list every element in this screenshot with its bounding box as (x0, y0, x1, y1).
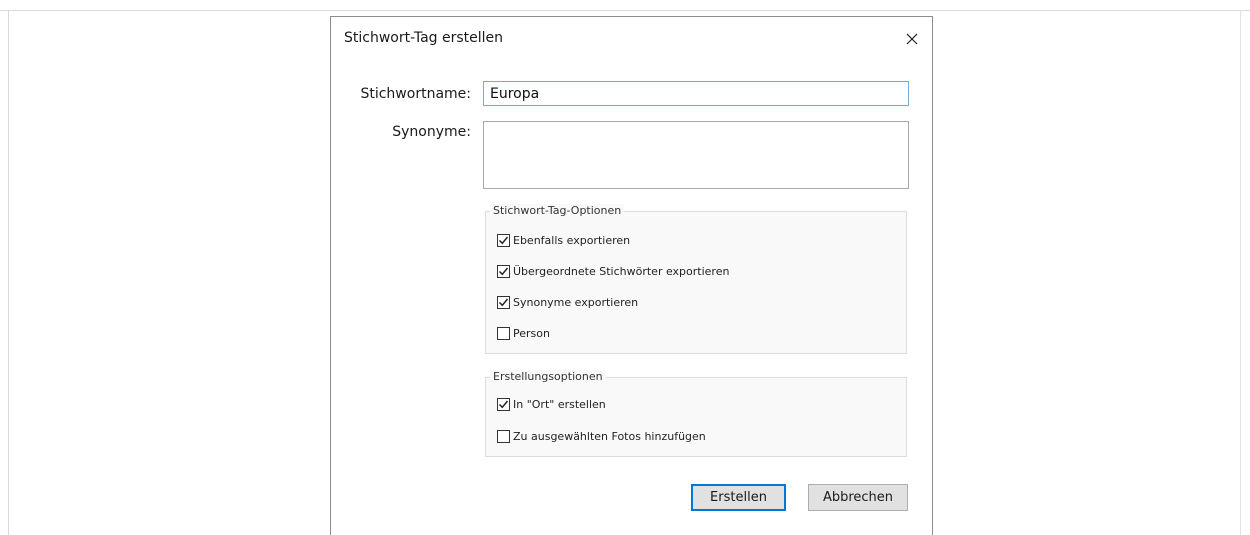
keyword-tag-options-legend: Stichwort-Tag-Optionen (490, 204, 625, 217)
checkbox-label: Übergeordnete Stichwörter exportieren (513, 264, 730, 278)
checkbox-export-parent-keywords[interactable]: Übergeordnete Stichwörter exportieren (497, 262, 729, 280)
creation-options-legend: Erstellungsoptionen (490, 370, 606, 383)
page-left-divider (8, 10, 9, 535)
dialog-titlebar: Stichwort-Tag erstellen (331, 17, 932, 61)
checkmark-icon (498, 298, 509, 306)
checkmark-icon (498, 267, 509, 275)
page-top-divider (0, 10, 1250, 11)
checkbox-label: Zu ausgewählten Fotos hinzufügen (513, 429, 706, 443)
checkbox-export-also[interactable]: Ebenfalls exportieren (497, 231, 630, 249)
checkmark-icon (498, 236, 509, 244)
synonyms-input[interactable] (483, 121, 909, 189)
dialog-title: Stichwort-Tag erstellen (344, 30, 504, 46)
keyword-name-label: Stichwortname: (360, 86, 471, 102)
checkbox-export-synonyms[interactable]: Synonyme exportieren (497, 293, 638, 311)
checkmark-icon (498, 400, 509, 408)
checkbox-label: Synonyme exportieren (513, 295, 639, 309)
checkbox-box[interactable] (497, 397, 510, 411)
synonyms-label: Synonyme: (392, 124, 471, 140)
checkbox-box[interactable] (497, 264, 510, 278)
checkbox-box[interactable] (497, 429, 510, 443)
checkbox-box[interactable] (497, 295, 510, 309)
checkbox-label: Person (513, 326, 550, 340)
cancel-button[interactable]: Abbrechen (808, 484, 908, 511)
create-button[interactable]: Erstellen (691, 484, 786, 511)
checkbox-label: Ebenfalls exportieren (513, 233, 631, 247)
creation-options-group: Erstellungsoptionen In "Ort" erstellen Z… (485, 370, 907, 457)
checkbox-add-to-selected-photos[interactable]: Zu ausgewählten Fotos hinzufügen (497, 427, 706, 445)
page-background: Stichwort-Tag erstellen Stichwortname: S… (0, 0, 1250, 535)
checkbox-person[interactable]: Person (497, 324, 550, 342)
page-right-divider (1240, 10, 1241, 535)
checkbox-box[interactable] (497, 233, 510, 247)
create-keyword-dialog: Stichwort-Tag erstellen Stichwortname: S… (330, 16, 933, 535)
keyword-tag-options-group: Stichwort-Tag-Optionen Ebenfalls exporti… (485, 204, 907, 354)
close-icon (906, 33, 918, 45)
keyword-name-input[interactable] (483, 81, 909, 106)
close-button[interactable] (899, 26, 925, 52)
checkbox-create-in-location[interactable]: In "Ort" erstellen (497, 395, 606, 413)
checkbox-box[interactable] (497, 326, 510, 340)
checkbox-label: In "Ort" erstellen (513, 397, 606, 411)
